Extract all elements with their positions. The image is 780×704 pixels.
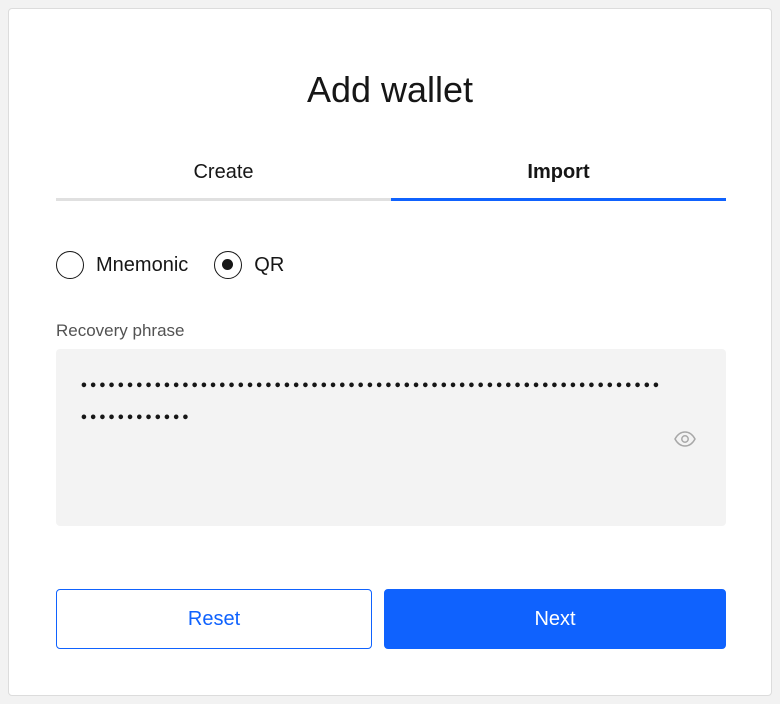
radio-qr[interactable]: QR <box>214 251 284 279</box>
next-button[interactable]: Next <box>384 589 726 649</box>
radio-mnemonic[interactable]: Mnemonic <box>56 251 188 279</box>
reset-button[interactable]: Reset <box>56 589 372 649</box>
radio-unchecked-icon[interactable] <box>56 251 84 279</box>
import-method-group: Mnemonic QR <box>56 251 310 279</box>
radio-mnemonic-label: Mnemonic <box>96 253 189 276</box>
tab-bar: Create Import <box>56 157 726 201</box>
tab-create[interactable]: Create <box>56 157 391 201</box>
recovery-phrase-field[interactable]: ••••••••••••••••••••••••••••••••••••••••… <box>56 349 726 526</box>
dialog-title: Add wallet <box>306 69 474 110</box>
recovery-phrase-label: Recovery phrase <box>56 321 185 340</box>
recovery-phrase-masked-value: ••••••••••••••••••••••••••••••••••••••••… <box>80 379 662 426</box>
radio-checked-icon[interactable] <box>214 251 243 279</box>
radio-qr-label: QR <box>254 253 285 276</box>
add-wallet-dialog: Add wallet Create Import Mnemonic QR Rec… <box>8 8 772 696</box>
tab-import[interactable]: Import <box>391 157 726 201</box>
eye-icon[interactable] <box>674 431 696 447</box>
